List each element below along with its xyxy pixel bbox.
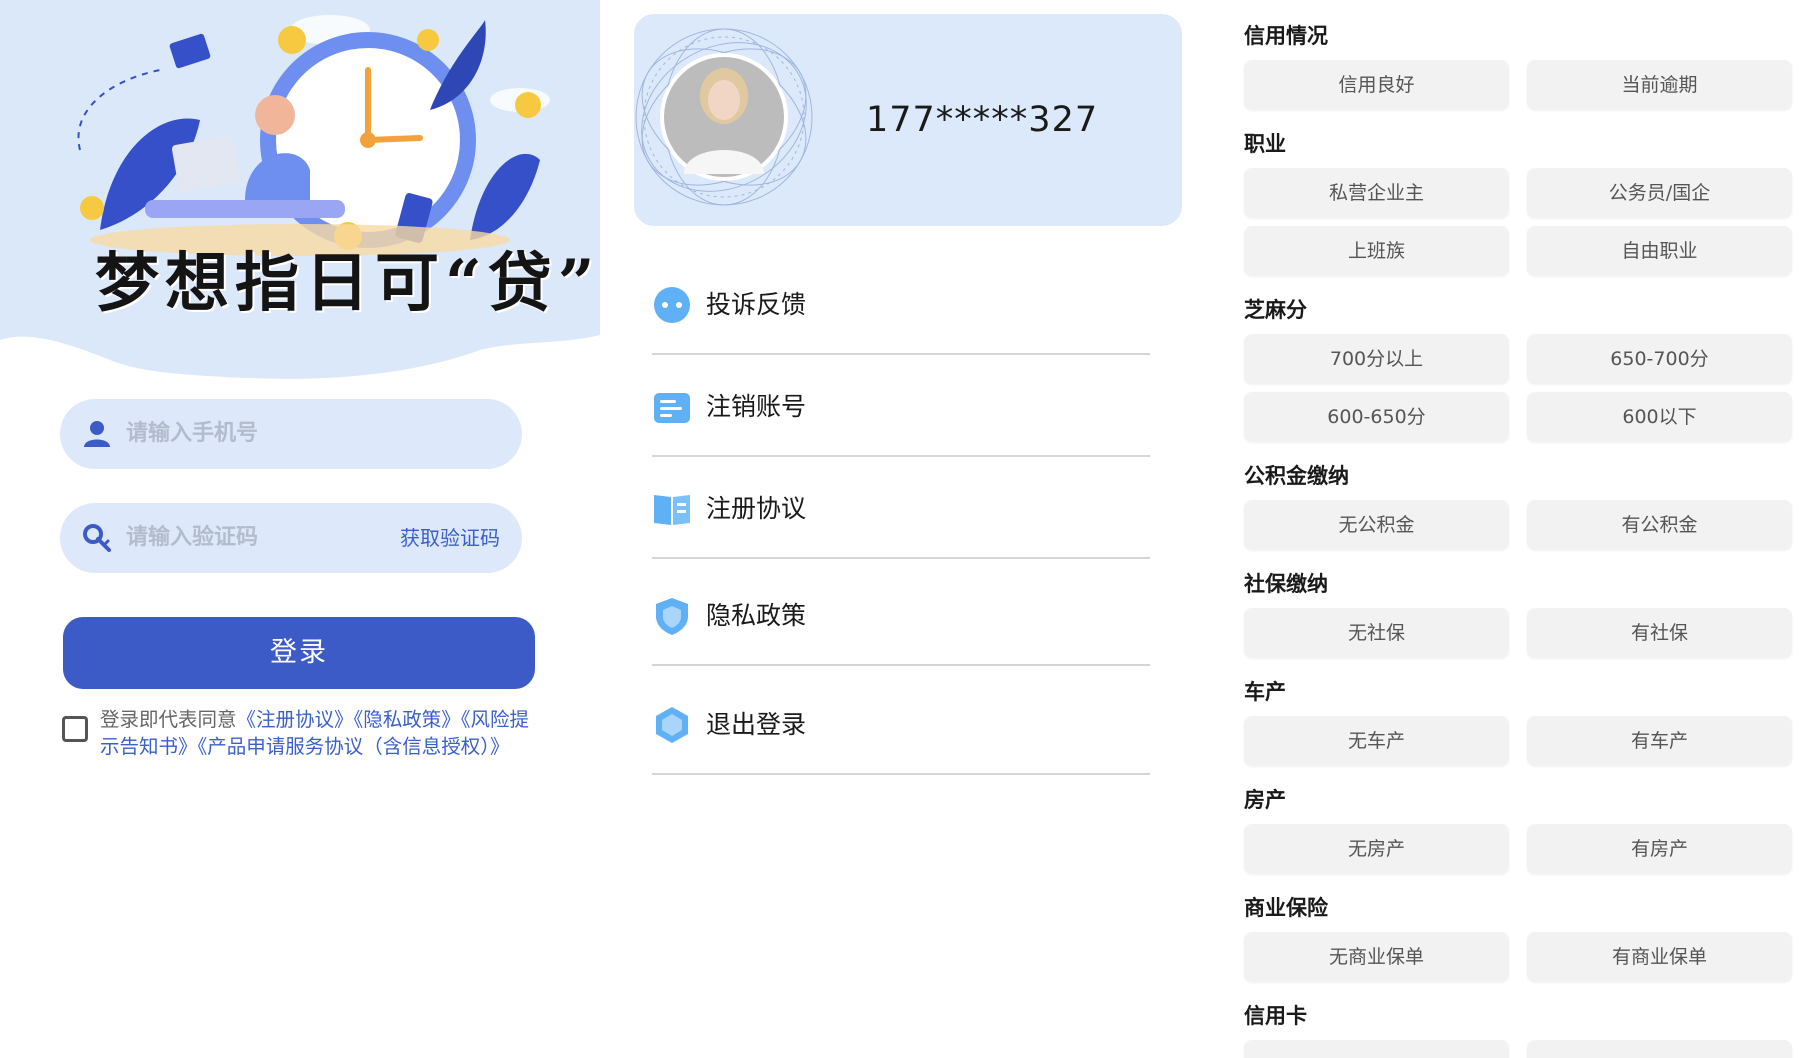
option-chip[interactable]: 600-650分 — [1244, 392, 1509, 442]
key-icon — [83, 524, 111, 552]
privacy-policy-link[interactable]: 《隐私政策》 — [354, 708, 461, 731]
masked-phone-number: 177*****327 — [866, 100, 1099, 140]
shield-icon — [656, 598, 688, 635]
account-panel: 177*****327 投诉反馈 注销账号 注册协议 隐私政策 退出登录 — [600, 0, 1200, 1058]
register-agreement-link[interactable]: 《注册协议》 — [237, 708, 354, 731]
login-button[interactable]: 登录 — [63, 617, 535, 689]
agreement-text: 登录即代表同意《注册协议》《隐私政策》《风险提示告知书》《产品申请服务协议（含信… — [100, 706, 530, 760]
option-chip[interactable]: 无公积金 — [1244, 500, 1509, 550]
option-chip[interactable]: 600以下 — [1527, 392, 1792, 442]
section-title-job: 职业 — [1244, 132, 1286, 156]
option-chip[interactable]: 有商业保单 — [1527, 932, 1792, 982]
menu-item-register-agreement[interactable]: 注册协议 — [652, 457, 1150, 559]
option-chip[interactable]: 无房产 — [1244, 824, 1509, 874]
phone-input-placeholder: 请输入手机号 — [126, 421, 259, 446]
verification-code-input[interactable]: 请输入验证码 获取验证码 — [60, 503, 522, 573]
login-panel: 梦想指日可“贷” 请输入手机号 请输入验证码 获取验证码 登录 登录即代表同意《… — [0, 0, 600, 1058]
option-chip[interactable]: 有车产 — [1527, 716, 1792, 766]
option-chip[interactable]: 无社保 — [1244, 608, 1509, 658]
menu-item-label: 注销账号 — [706, 392, 807, 421]
menu-item-deactivate[interactable]: 注销账号 — [652, 355, 1150, 457]
section-title-social: 社保缴纳 — [1244, 572, 1328, 596]
option-chip[interactable]: 700分以上 — [1244, 334, 1509, 384]
profile-card: 177*****327 — [634, 14, 1182, 226]
option-chip[interactable]: 650-700分 — [1527, 334, 1792, 384]
menu-item-feedback[interactable]: 投诉反馈 — [652, 253, 1150, 355]
menu-item-logout[interactable]: 退出登录 — [652, 673, 1150, 775]
menu-item-label: 退出登录 — [706, 710, 807, 739]
menu-item-label: 投诉反馈 — [706, 290, 807, 319]
option-chip[interactable]: 公务员/国企 — [1527, 168, 1792, 218]
service-agreement-link[interactable]: 《产品申请服务协议（含信息授权）》 — [198, 735, 510, 758]
agreement-prefix: 登录即代表同意 — [100, 708, 237, 731]
user-icon — [84, 421, 110, 447]
section-title-fund: 公积金缴纳 — [1244, 464, 1349, 488]
option-chip[interactable]: 有公积金 — [1527, 500, 1792, 550]
book-icon — [654, 495, 690, 525]
phone-input[interactable]: 请输入手机号 — [60, 399, 522, 469]
option-chip[interactable] — [1244, 1040, 1509, 1058]
hero-illustration: 梦想指日可“贷” — [0, 0, 600, 380]
section-title-sesame: 芝麻分 — [1244, 298, 1307, 322]
option-chip[interactable]: 无商业保单 — [1244, 932, 1509, 982]
menu-item-label: 注册协议 — [706, 494, 807, 523]
option-chip[interactable]: 当前逾期 — [1527, 60, 1792, 110]
option-chip[interactable]: 无车产 — [1244, 716, 1509, 766]
option-chip[interactable] — [1527, 1040, 1792, 1058]
code-input-placeholder: 请输入验证码 — [126, 525, 259, 550]
filters-panel: 信用情况 信用良好 当前逾期 职业 私营企业主 公务员/国企 上班族 自由职业 … — [1200, 0, 1800, 1058]
option-chip[interactable]: 私营企业主 — [1244, 168, 1509, 218]
option-chip[interactable]: 有社保 — [1527, 608, 1792, 658]
agreement-checkbox[interactable] — [62, 716, 88, 742]
option-chip[interactable]: 有房产 — [1527, 824, 1792, 874]
section-title-house: 房产 — [1244, 788, 1286, 812]
slogan-text: 梦想指日可“贷” — [95, 246, 600, 321]
option-chip[interactable]: 自由职业 — [1527, 226, 1792, 276]
section-title-credit-card: 信用卡 — [1244, 1004, 1307, 1028]
section-title-insurance: 商业保险 — [1244, 896, 1328, 920]
avatar[interactable] — [634, 14, 834, 226]
option-chip[interactable]: 信用良好 — [1244, 60, 1509, 110]
section-title-car: 车产 — [1244, 680, 1286, 704]
section-title-credit: 信用情况 — [1244, 24, 1328, 48]
menu-item-label: 隐私政策 — [706, 601, 807, 630]
get-code-button[interactable]: 获取验证码 — [400, 503, 500, 573]
card-icon — [654, 393, 690, 423]
hexagon-icon — [656, 707, 688, 743]
chat-bubble-icon — [654, 287, 690, 323]
option-chip[interactable]: 上班族 — [1244, 226, 1509, 276]
menu-item-privacy-policy[interactable]: 隐私政策 — [652, 564, 1150, 666]
